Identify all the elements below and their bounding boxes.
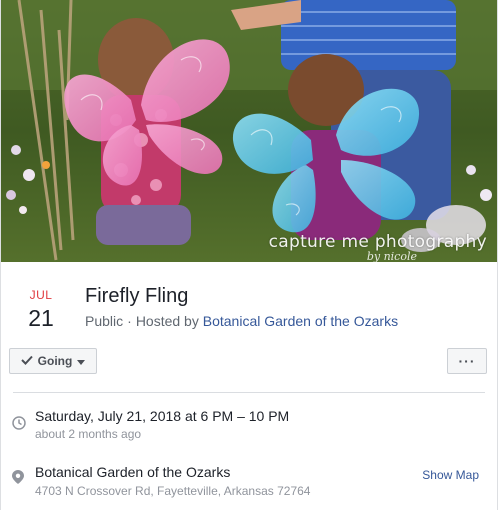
event-meta: Public · Hosted by Botanical Garden of the… [85, 313, 398, 329]
more-options-button[interactable]: ··· [447, 348, 487, 374]
location-address: 4703 N Crossover Rd, Fayetteville, Arkan… [35, 484, 311, 498]
photo-watermark: capture me photography [268, 232, 487, 252]
event-cover-photo[interactable]: capture me photography by nicole [1, 0, 497, 262]
map-pin-icon [12, 470, 24, 489]
event-title[interactable]: Firefly Fling [85, 285, 188, 308]
cover-photo-illustration [1, 0, 497, 262]
event-month: JUL [29, 288, 53, 302]
location-name[interactable]: Botanical Garden of the Ozarks [35, 464, 230, 480]
host-link[interactable]: Botanical Garden of the Ozarks [203, 313, 398, 329]
event-datetime-row[interactable]: Saturday, July 21, 2018 at 6 PM – 10 PM … [1, 397, 497, 453]
event-datetime: Saturday, July 21, 2018 at 6 PM – 10 PM [35, 408, 290, 424]
going-button[interactable]: Going [9, 348, 97, 374]
event-location-row[interactable]: Botanical Garden of the Ozarks 4703 N Cr… [1, 461, 497, 510]
caret-down-icon [77, 354, 86, 368]
clock-icon [12, 416, 26, 435]
event-day: 21 [28, 305, 54, 331]
check-icon [20, 354, 33, 368]
privacy-label: Public [85, 313, 124, 329]
going-label: Going [37, 354, 73, 368]
meta-separator: · [127, 313, 132, 329]
hosted-by-prefix: Hosted by [135, 313, 199, 329]
event-relative-time: about 2 months ago [35, 427, 142, 441]
event-actions-bar: Going ··· [9, 340, 487, 393]
show-map-link[interactable]: Show Map [422, 468, 479, 482]
photo-watermark-signature: by nicole [366, 250, 417, 262]
event-header: JUL 21 Firefly Fling Public · Hosted by Bo… [1, 262, 497, 340]
event-page: capture me photography by nicole JUL 21 … [0, 0, 498, 510]
event-date-badge: JUL 21 [19, 288, 63, 332]
